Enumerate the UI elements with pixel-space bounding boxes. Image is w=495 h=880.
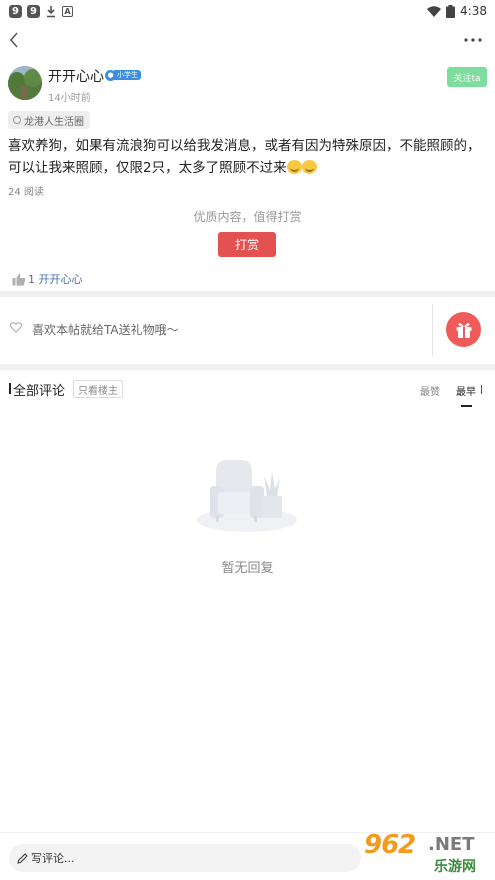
circle-tag[interactable]: 龙港人生活圈 bbox=[8, 111, 90, 129]
back-arrow-icon[interactable] bbox=[6, 30, 24, 50]
gift-separator bbox=[432, 304, 433, 356]
like-row[interactable]: 1 开开心心 bbox=[12, 271, 83, 287]
download-icon bbox=[47, 5, 55, 17]
empty-comments-text: 暂无回复 bbox=[221, 561, 274, 576]
reward-prompt: 优质内容，值得打赏 bbox=[193, 210, 302, 224]
app-a-icon: A bbox=[62, 5, 73, 17]
gift-row: 喜欢本帖就给TA送礼物哦～ bbox=[0, 298, 495, 364]
grin-emoji-icon bbox=[286, 160, 302, 174]
heart-icon bbox=[10, 322, 22, 333]
comments-header: 全部评论 只看楼主 最赞 最早 bbox=[0, 378, 495, 407]
status-bar: 9 9 A 4:38 bbox=[0, 0, 495, 22]
notification-9-icon: 9 bbox=[27, 4, 40, 18]
site-watermark: 962 .NET 乐游网 bbox=[364, 830, 476, 875]
only-author-filter[interactable]: 只看楼主 bbox=[73, 380, 123, 398]
wifi-icon bbox=[427, 5, 442, 17]
post-time: 14小时前 bbox=[48, 93, 91, 104]
sort-popular[interactable]: 最赞 bbox=[420, 383, 440, 398]
follow-button[interactable]: 关注ta bbox=[447, 67, 487, 87]
empty-sofa-icon bbox=[197, 460, 297, 532]
circle-icon bbox=[13, 116, 21, 124]
sort-earliest[interactable]: 最早 bbox=[456, 383, 476, 398]
thumbs-up-icon bbox=[12, 273, 26, 286]
reward-button[interactable]: 打赏 bbox=[218, 232, 276, 257]
author-avatar[interactable] bbox=[8, 66, 42, 100]
sort-divider bbox=[481, 385, 482, 394]
level-badge: ● 小学生 bbox=[105, 69, 141, 81]
gift-icon bbox=[456, 322, 471, 338]
pen-icon bbox=[17, 852, 28, 864]
like-users: 1 开开心心 bbox=[28, 273, 83, 286]
battery-icon bbox=[446, 4, 456, 18]
comments-title: 全部评论 bbox=[13, 384, 66, 399]
notification-9-icon: 9 bbox=[9, 4, 22, 18]
grin-emoji-icon bbox=[301, 160, 317, 174]
gift-prompt[interactable]: 喜欢本帖就给TA送礼物哦～ bbox=[32, 321, 179, 338]
section-divider bbox=[0, 364, 495, 370]
author-name[interactable]: 开开心心 bbox=[48, 66, 104, 86]
read-count: 24 阅读 bbox=[8, 187, 44, 198]
section-divider bbox=[0, 291, 495, 297]
top-navigation bbox=[0, 26, 495, 54]
clock-time: 4:38 bbox=[460, 4, 487, 18]
more-options-icon[interactable] bbox=[463, 31, 483, 49]
title-accent-bar bbox=[9, 383, 11, 394]
gift-button[interactable] bbox=[446, 312, 481, 347]
post-content: 喜欢养狗，如果有流浪狗可以给我发消息，或者有因为特殊原因，不能照顾的，可以让我来… bbox=[8, 138, 481, 176]
comment-input[interactable]: 写评论... bbox=[9, 844, 361, 872]
sort-active-indicator bbox=[461, 405, 472, 407]
